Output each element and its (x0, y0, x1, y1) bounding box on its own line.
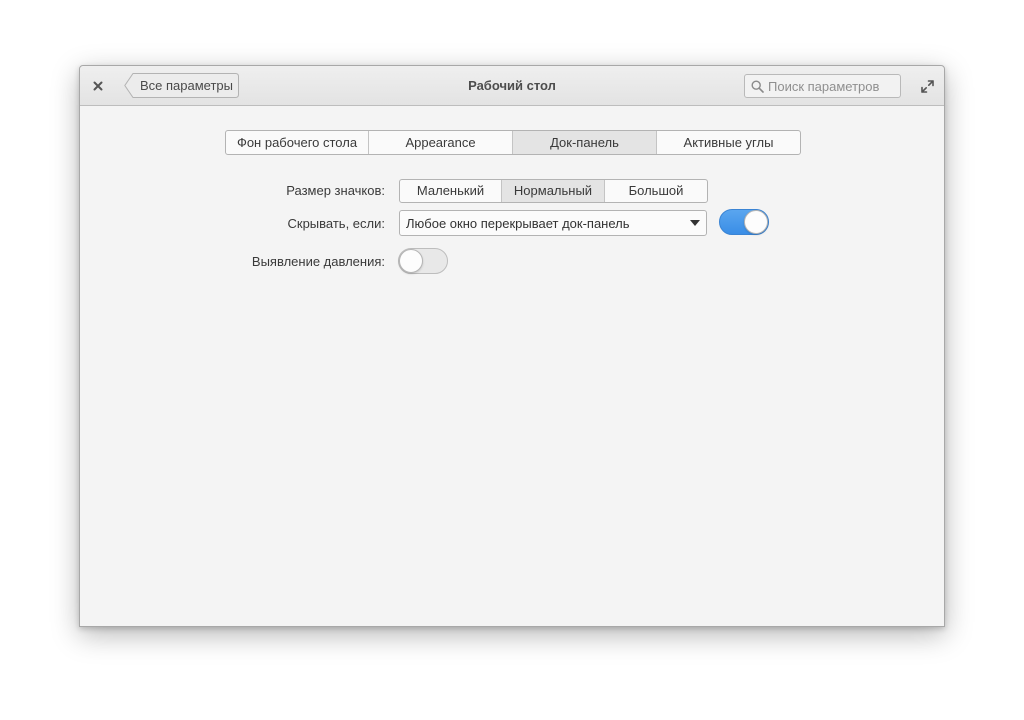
section-tabs: Фон рабочего стола Appearance Док-панель… (225, 130, 801, 155)
search-icon (751, 79, 764, 93)
settings-window: Все параметры Рабочий стол Фон рабочего … (79, 65, 945, 627)
search-input[interactable] (768, 78, 893, 94)
close-button[interactable] (89, 77, 107, 95)
icon-size-normal[interactable]: Нормальный (502, 180, 605, 202)
search-field[interactable] (744, 74, 901, 98)
back-button-label: Все параметры (140, 78, 234, 93)
back-button[interactable]: Все параметры (124, 73, 241, 98)
pressure-label: Выявление давления: (251, 254, 385, 269)
hide-mode-value: Любое окно перекрывает док-панель (406, 215, 630, 231)
maximize-icon (920, 79, 934, 93)
switch-knob (744, 210, 768, 234)
pressure-toggle-switch[interactable] (398, 248, 448, 274)
switch-knob (399, 249, 423, 273)
maximize-button[interactable] (918, 77, 936, 95)
chevron-down-icon (690, 220, 700, 226)
icon-size-selector: Маленький Нормальный Большой (399, 179, 708, 203)
hide-toggle-switch[interactable] (719, 209, 769, 235)
close-icon (93, 81, 103, 91)
hide-label: Скрывать, если: (287, 216, 386, 231)
tab-wallpaper[interactable]: Фон рабочего стола (226, 131, 369, 154)
icon-size-large[interactable]: Большой (605, 180, 707, 202)
hide-mode-dropdown[interactable]: Любое окно перекрывает док-панель (399, 210, 707, 236)
header-bar: Все параметры Рабочий стол (80, 66, 944, 106)
icon-size-label: Размер значков: (286, 183, 385, 198)
icon-size-small[interactable]: Маленький (400, 180, 502, 202)
tab-dock[interactable]: Док-панель (513, 131, 657, 154)
tab-hot-corners[interactable]: Активные углы (657, 131, 800, 154)
tab-appearance[interactable]: Appearance (369, 131, 513, 154)
